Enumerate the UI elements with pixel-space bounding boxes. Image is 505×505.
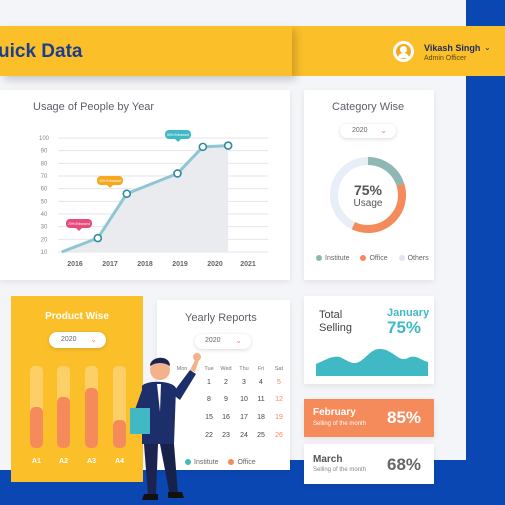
legend-dot-others bbox=[398, 255, 405, 262]
calendar-day[interactable]: 17 bbox=[236, 414, 252, 421]
product-year-value: 2020 bbox=[61, 336, 77, 343]
category-year-value: 2020 bbox=[352, 127, 368, 134]
calendar-day[interactable]: 23 bbox=[218, 432, 234, 439]
february-percent: 85% bbox=[387, 408, 422, 427]
product-bar-label: A2 bbox=[59, 458, 68, 465]
march-percent: 68% bbox=[387, 455, 422, 474]
chevron-down-icon[interactable]: ⌄ bbox=[484, 43, 491, 52]
usage-area bbox=[61, 145, 229, 252]
calendar-weekday: Thu bbox=[239, 366, 249, 372]
legend-office: Office bbox=[369, 255, 388, 262]
user-name[interactable]: Vikash Singh bbox=[424, 43, 480, 53]
x-tick-label: 2021 bbox=[240, 261, 256, 268]
usage-bubble-tail bbox=[175, 139, 181, 142]
usage-line-chart: 100 90 80 70 60 50 40 30 20 10 2016 2017 2018 2019 202… bbox=[39, 130, 268, 268]
y-tick-label: 50 bbox=[41, 199, 48, 205]
product-bar-a3 bbox=[85, 388, 98, 448]
usage-bubble-tail bbox=[107, 185, 113, 188]
y-tick-label: 30 bbox=[41, 225, 48, 231]
y-tick-label: 100 bbox=[39, 136, 50, 142]
calendar-day[interactable]: 18 bbox=[253, 414, 269, 421]
x-tick-label: 2019 bbox=[172, 261, 188, 268]
usage-bubble-label: 80% Enhanced bbox=[167, 133, 189, 137]
donut-center-value: 75% bbox=[353, 182, 383, 198]
usage-bubble-label: 20% Enhanced bbox=[68, 222, 90, 226]
product-bar-a1 bbox=[30, 407, 43, 448]
product-bar-label: A4 bbox=[115, 458, 124, 465]
yearly-card-title: Yearly Reports bbox=[185, 312, 257, 324]
usage-bubble-label: 40% Enhanced bbox=[99, 179, 121, 183]
total-title-line1: Total bbox=[319, 309, 343, 321]
calendar-day[interactable]: 16 bbox=[218, 414, 234, 421]
calendar-day[interactable]: 9 bbox=[218, 396, 234, 403]
x-tick-label: 2018 bbox=[137, 261, 153, 268]
legend-others: Others bbox=[407, 255, 429, 262]
calendar-weekday: Sat bbox=[274, 366, 284, 372]
yearly-year-value: 2020 bbox=[205, 337, 221, 344]
product-year-select[interactable]: 2020 ⌄ bbox=[49, 332, 106, 348]
usage-bubble-tail bbox=[76, 228, 82, 231]
x-tick-label: 2016 bbox=[67, 261, 83, 268]
usage-point bbox=[198, 142, 208, 152]
product-bar-a4 bbox=[113, 420, 126, 448]
february-caption: Selling of the month bbox=[313, 421, 367, 427]
total-wave-chart bbox=[316, 348, 428, 376]
avatar-icon[interactable] bbox=[393, 41, 414, 62]
chevron-down-icon: ⌄ bbox=[90, 335, 97, 344]
legend-dot-office bbox=[228, 459, 235, 466]
calendar-day[interactable]: 2 bbox=[218, 379, 234, 386]
product-bar-label: A1 bbox=[32, 458, 41, 465]
category-year-select[interactable]: 2020 ⌄ bbox=[340, 124, 396, 138]
calendar-weekday: Wed bbox=[220, 366, 232, 372]
category-legend: Institute Office Others bbox=[316, 255, 429, 262]
category-card-title: Category Wise bbox=[332, 101, 405, 113]
usage-point bbox=[93, 233, 103, 243]
product-bar-a2 bbox=[57, 397, 70, 448]
product-bar-label: A3 bbox=[87, 458, 96, 465]
calendar-day[interactable]: 26 bbox=[271, 432, 287, 439]
calendar-day[interactable]: 25 bbox=[253, 432, 269, 439]
product-card-title: Product Wise bbox=[45, 311, 109, 322]
calendar-day[interactable]: 10 bbox=[236, 396, 252, 403]
user-role: Admin Officer bbox=[424, 55, 467, 62]
chevron-down-icon: ⌄ bbox=[235, 336, 242, 345]
calendar-day[interactable]: 12 bbox=[271, 396, 287, 403]
y-tick-label: 20 bbox=[41, 237, 48, 243]
march-month: March bbox=[313, 454, 343, 465]
yearly-legend-office: Office bbox=[237, 459, 256, 466]
calendar-day[interactable]: 11 bbox=[253, 396, 269, 403]
y-tick-label: 10 bbox=[41, 250, 48, 256]
y-tick-label: 60 bbox=[41, 187, 48, 193]
march-caption: Selling of the month bbox=[313, 467, 367, 473]
february-month: February bbox=[313, 407, 356, 418]
total-title-line2: Selling bbox=[319, 322, 353, 334]
legend-institute: Institute bbox=[325, 255, 350, 262]
calendar-day[interactable]: 4 bbox=[253, 379, 269, 386]
y-tick-label: 80 bbox=[41, 161, 48, 167]
calendar-day[interactable]: 24 bbox=[236, 432, 252, 439]
dashboard-stage: uick Data Vikash Singh Admin Officer ⌄ U… bbox=[0, 0, 505, 505]
calendar-day[interactable]: 19 bbox=[271, 414, 287, 421]
legend-dot-office bbox=[360, 255, 367, 262]
calendar-day[interactable]: 3 bbox=[236, 379, 252, 386]
usage-point bbox=[122, 189, 132, 199]
x-tick-label: 2017 bbox=[102, 261, 118, 268]
donut-center-label: Usage bbox=[353, 198, 383, 209]
x-tick-label: 2020 bbox=[207, 261, 223, 268]
y-tick-label: 70 bbox=[41, 174, 48, 180]
calendar-weekday: Fri bbox=[257, 366, 265, 372]
usage-point bbox=[223, 141, 233, 150]
y-tick-label: 90 bbox=[41, 149, 48, 155]
legend-dot-institute bbox=[316, 255, 322, 262]
calendar-day[interactable]: 5 bbox=[271, 379, 287, 386]
total-percent: 75% bbox=[387, 318, 422, 337]
y-tick-label: 40 bbox=[41, 212, 48, 218]
app-title: uick Data bbox=[0, 41, 83, 62]
usage-point bbox=[173, 169, 182, 178]
yearly-year-select[interactable]: 2020 ⌄ bbox=[195, 334, 251, 349]
chevron-down-icon: ⌄ bbox=[380, 126, 387, 135]
person-illustration bbox=[130, 353, 201, 500]
